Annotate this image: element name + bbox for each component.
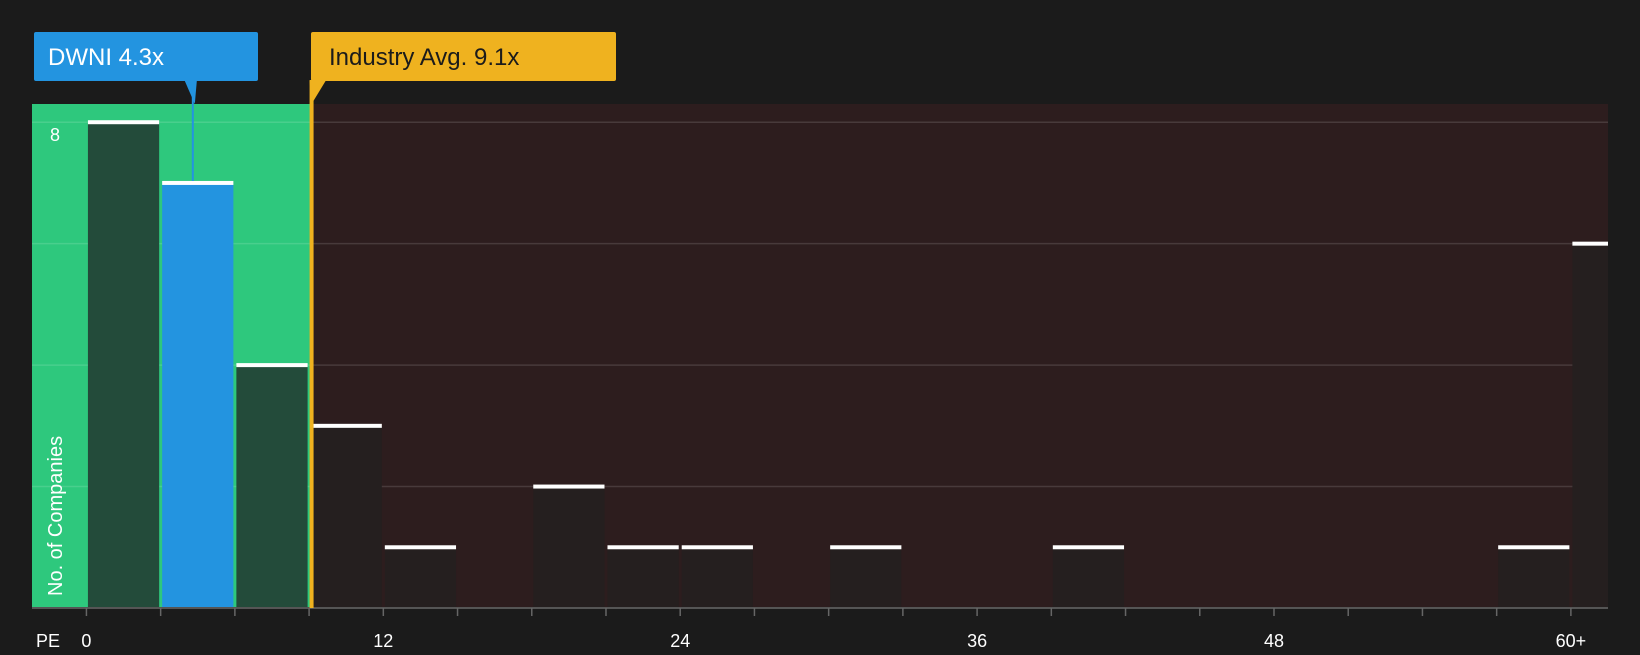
bar-cap: [236, 363, 308, 368]
histogram-bar: [607, 547, 679, 608]
bar-cap: [384, 545, 457, 550]
histogram-bar: [87, 122, 160, 609]
company-callout-label: DWNI 4.3x: [48, 44, 164, 71]
bar-cap: [87, 120, 160, 125]
bar-cap: [1052, 545, 1125, 550]
bar-cap: [681, 545, 753, 550]
histogram-bar: [384, 547, 457, 608]
company-bin-bar: [162, 182, 234, 608]
chart-svg: 0 12 24 36 48 60+ 8 No. of Companies PE Indus…: [0, 0, 1640, 651]
x-tick-label: 60+: [1556, 631, 1587, 650]
bar-cap: [310, 423, 382, 428]
bar-cap: [1498, 545, 1570, 550]
industry-average-line: [309, 80, 314, 608]
pe-distribution-chart: 0 12 24 36 48 60+ 8 No. of Companies PE Indus…: [0, 0, 1640, 651]
x-tick-label: 36: [967, 631, 987, 650]
histogram-bar: [236, 365, 308, 608]
bar-cap: [162, 180, 234, 185]
histogram-bar: [533, 486, 605, 608]
industry-callout-label: Industry Avg. 9.1x: [329, 44, 519, 71]
histogram-bar: [1572, 243, 1608, 608]
histogram-bar: [681, 547, 753, 608]
x-tick-label: 12: [373, 631, 393, 650]
x-tick-label: 24: [670, 631, 690, 650]
x-axis-label: PE: [36, 631, 60, 650]
histogram-bar: [1498, 547, 1570, 608]
histogram-bar: [830, 547, 902, 608]
bar-cap: [533, 484, 605, 489]
histogram-bar: [1052, 547, 1125, 608]
bar-cap: [607, 545, 679, 550]
y-axis-label: No. of Companies: [45, 436, 67, 596]
y-tick-label: 8: [50, 125, 60, 145]
bar-cap: [830, 545, 902, 550]
histogram-bar: [310, 425, 382, 608]
x-tick-label: 0: [81, 631, 91, 650]
bar-cap: [1572, 241, 1608, 246]
x-tick-label: 48: [1264, 631, 1284, 650]
